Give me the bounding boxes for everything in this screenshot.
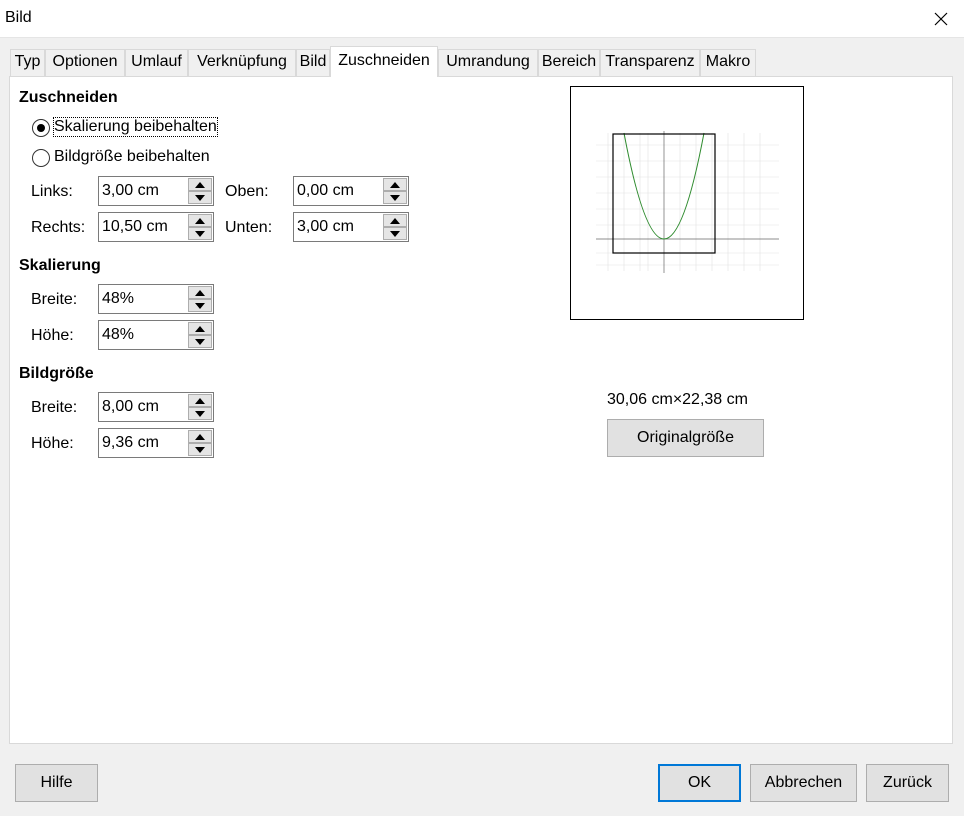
window-title: Bild [5, 9, 32, 26]
close-icon[interactable] [918, 0, 964, 38]
left-label: Links: [31, 183, 73, 200]
keep-scale-label[interactable]: Skalierung beibehalten [53, 117, 218, 137]
keep-size-radio[interactable] [32, 149, 50, 167]
scale-heading: Skalierung [19, 257, 101, 274]
top-value: 0,00 cm [297, 182, 354, 199]
imgsize-heading: Bildgröße [19, 365, 94, 382]
cancel-button[interactable]: Abbrechen [750, 764, 857, 802]
tab-transparenz[interactable]: Transparenz [600, 49, 700, 76]
spin-down-icon[interactable] [188, 335, 212, 348]
spin-down-icon[interactable] [188, 407, 212, 420]
top-stepper[interactable]: 0,00 cm [293, 176, 409, 206]
scale-width-value: 48% [102, 290, 135, 307]
right-label: Rechts: [31, 219, 86, 236]
help-button[interactable]: Hilfe [15, 764, 98, 802]
scale-width-label: Breite: [31, 291, 78, 308]
graph-preview-image [596, 131, 779, 273]
right-stepper[interactable]: 10,50 cm [98, 212, 214, 242]
spin-up-icon[interactable] [188, 214, 212, 227]
spin-down-icon[interactable] [383, 227, 407, 240]
spin-down-icon[interactable] [188, 299, 212, 312]
crop-heading: Zuschneiden [19, 89, 118, 106]
spin-up-icon[interactable] [383, 178, 407, 191]
tab-umlauf[interactable]: Umlauf [125, 49, 188, 76]
original-size-button[interactable]: Originalgröße [607, 419, 764, 457]
tab-bereich[interactable]: Bereich [538, 49, 600, 76]
tab-optionen[interactable]: Optionen [45, 49, 125, 76]
tab-zuschneiden[interactable]: Zuschneiden [330, 46, 438, 77]
original-size-text: 30,06 cm×22,38 cm [607, 391, 748, 408]
bottom-stepper[interactable]: 3,00 cm [293, 212, 409, 242]
spin-down-icon[interactable] [383, 191, 407, 204]
scale-height-value: 48% [102, 326, 135, 343]
tab-bild[interactable]: Bild [296, 49, 330, 76]
tab-umrandung[interactable]: Umrandung [438, 49, 538, 76]
spin-up-icon[interactable] [188, 322, 212, 335]
imgsize-width-label: Breite: [31, 399, 78, 416]
scale-width-stepper[interactable]: 48% [98, 284, 214, 314]
spin-down-icon[interactable] [188, 227, 212, 240]
spin-up-icon[interactable] [188, 430, 212, 443]
tab-makro[interactable]: Makro [700, 49, 756, 76]
spin-up-icon[interactable] [188, 178, 212, 191]
scale-height-label: Höhe: [31, 327, 74, 344]
left-stepper[interactable]: 3,00 cm [98, 176, 214, 206]
ok-button[interactable]: OK [658, 764, 741, 802]
spin-up-icon[interactable] [383, 214, 407, 227]
left-value: 3,00 cm [102, 182, 159, 199]
tab-panel: Zuschneiden Skalierung beibehalten Bildg… [9, 76, 953, 744]
top-label: Oben: [225, 183, 269, 200]
tab-verknuepfung[interactable]: Verknüpfung [188, 49, 296, 76]
imgsize-width-stepper[interactable]: 8,00 cm [98, 392, 214, 422]
tab-typ[interactable]: Typ [10, 49, 45, 76]
title-bar: Bild [0, 0, 964, 38]
spin-down-icon[interactable] [188, 191, 212, 204]
imgsize-height-stepper[interactable]: 9,36 cm [98, 428, 214, 458]
imgsize-height-label: Höhe: [31, 435, 74, 452]
bottom-value: 3,00 cm [297, 218, 354, 235]
spin-up-icon[interactable] [188, 394, 212, 407]
keep-size-label[interactable]: Bildgröße beibehalten [54, 148, 210, 166]
keep-scale-radio[interactable] [32, 119, 50, 137]
imgsize-width-value: 8,00 cm [102, 398, 159, 415]
spin-up-icon[interactable] [188, 286, 212, 299]
crop-preview [570, 86, 804, 320]
bottom-label: Unten: [225, 219, 273, 236]
imgsize-height-value: 9,36 cm [102, 434, 159, 451]
scale-height-stepper[interactable]: 48% [98, 320, 214, 350]
reset-button[interactable]: Zurück [866, 764, 949, 802]
right-value: 10,50 cm [102, 218, 168, 235]
spin-down-icon[interactable] [188, 443, 212, 456]
